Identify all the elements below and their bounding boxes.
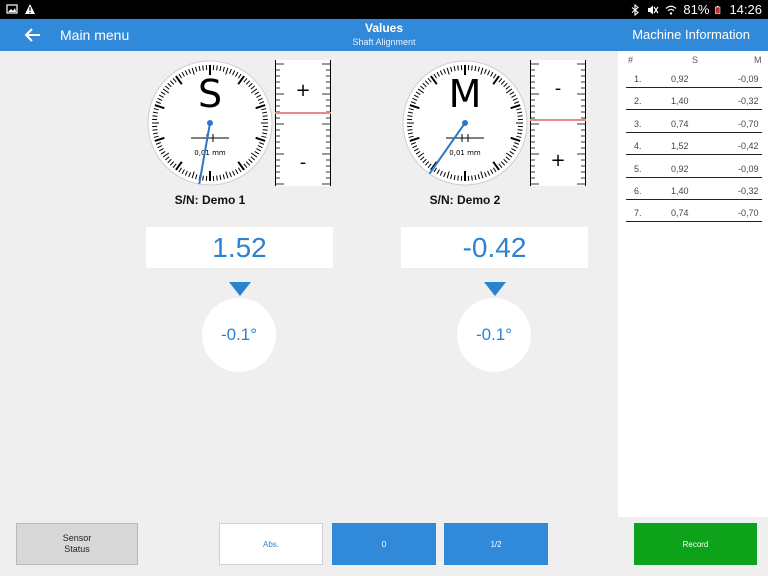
cell-m: -0,09 (738, 74, 759, 84)
status-bar: 81% 14:26 (0, 0, 768, 19)
app-bar: Main menu Values Shaft Alignment Machine… (0, 19, 768, 51)
gallery-notification-icon (6, 4, 18, 14)
table-row: 5. 0,92 -0,09 (626, 156, 762, 178)
sensor-status-line1: Sensor (62, 533, 92, 543)
cell-index: 4. (634, 141, 642, 152)
battery-icon (715, 5, 721, 14)
cell-m: -0,70 (738, 208, 759, 219)
page-title-block: Values Shaft Alignment (284, 21, 484, 47)
table-row: 3. 0,74 -0,70 (626, 111, 762, 133)
dial-letter-m: M (449, 72, 482, 116)
table-row: 7. 0,74 -0,70 (626, 200, 762, 223)
battery-percentage: 81% (683, 2, 710, 17)
cell-m: -0,42 (738, 141, 759, 152)
mute-icon (648, 5, 659, 14)
page-subtitle: Shaft Alignment (352, 37, 416, 47)
sensor-serial-label: S/N: Demo 1 (174, 193, 246, 207)
down-triangle-icon (484, 282, 506, 296)
dial-letter-s: S (198, 72, 222, 116)
cell-s: 1,40 (671, 96, 689, 107)
scale-bottom-sign: - (300, 152, 307, 173)
scale-top-sign: + (295, 80, 310, 101)
header-m: M (754, 55, 762, 65)
dial-indicator-m: M 0,01 mm (402, 60, 528, 186)
bluetooth-icon (632, 3, 640, 16)
angle-readout-s: -0.1° (202, 298, 276, 372)
back-arrow-icon[interactable] (22, 25, 44, 45)
cell-index: 2. (634, 96, 642, 107)
cell-s: 0,74 (671, 118, 689, 129)
clock: 14:26 (729, 2, 762, 17)
warning-icon (25, 4, 35, 14)
table-row: 4. 1,52 -0,42 (626, 133, 762, 156)
wifi-icon (666, 5, 677, 15)
cell-index: 5. (634, 163, 642, 174)
cell-s: 0,92 (671, 74, 689, 84)
cell-m: -0,09 (738, 163, 759, 174)
sensor-status-button[interactable]: Sensor Status (16, 523, 138, 565)
table-row: 2. 1,40 -0,32 (626, 88, 762, 111)
record-button[interactable]: Record (634, 523, 757, 565)
abs-button[interactable]: Abs. (219, 523, 323, 565)
dial-unit-label: 0,01 mm (449, 149, 481, 157)
header-index: # (628, 55, 634, 65)
sensor-status-line2: Status (64, 544, 90, 554)
cell-s: 1,40 (671, 186, 689, 196)
main-menu-link[interactable]: Main menu (60, 27, 129, 43)
cell-s: 1,52 (671, 141, 689, 152)
dial-indicator-s: S 0,01 mm (147, 60, 273, 186)
measurement-value-s: 1.52 (146, 227, 333, 268)
dial-unit-label: 0,01 mm (194, 149, 226, 157)
table-row: 6. 1,40 -0,32 (626, 178, 762, 200)
cell-m: -0,32 (738, 186, 759, 196)
measurement-value-m: -0.42 (401, 227, 588, 268)
cell-index: 1. (634, 74, 642, 84)
table-row: 1. 0,92 -0,09 (626, 66, 762, 88)
machine-information-link[interactable]: Machine Information (632, 27, 750, 42)
cell-index: 3. (634, 118, 642, 129)
cell-index: 6. (634, 186, 642, 196)
cell-m: -0,32 (738, 96, 759, 107)
scale-top-sign: - (555, 78, 562, 99)
angle-readout-m: -0.1° (457, 298, 531, 372)
zero-button[interactable]: 0 (332, 523, 436, 565)
page-title: Values (364, 21, 404, 35)
measurement-table: # S M 1. 0,92 -0,09 2. 1,40 -0,32 3. 0,74 -0,70 4… (618, 51, 768, 517)
cell-s: 0,74 (671, 208, 689, 219)
half-button[interactable]: 1/2 (444, 523, 548, 565)
header-s: S (692, 55, 699, 65)
sensor-serial-label: S/N: Demo 2 (429, 193, 501, 207)
scale-bar-m: - + (530, 60, 586, 186)
scale-bottom-sign: + (550, 150, 565, 171)
cell-index: 7. (634, 208, 642, 219)
cell-m: -0,70 (738, 118, 759, 129)
down-triangle-icon (229, 282, 251, 296)
cell-s: 0,92 (671, 163, 689, 174)
scale-bar-s: + - (275, 60, 331, 186)
